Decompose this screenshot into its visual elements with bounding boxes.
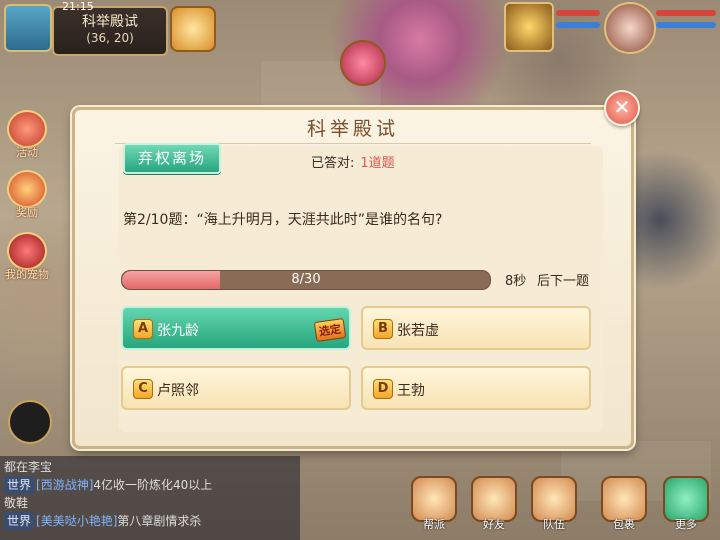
location-coords: (36, 20) — [86, 31, 134, 45]
option-letter: D — [373, 379, 393, 399]
option-b[interactable]: B 张若虚 — [361, 306, 591, 350]
option-letter: A — [133, 319, 153, 339]
pet-mp-bar — [556, 22, 600, 28]
chat-text: 第八章剧情求杀 — [117, 514, 202, 528]
question-text: 第2/10题：“海上升明月，天涯共此时”是谁的名句? — [123, 212, 443, 228]
team-label: 队伍 — [543, 518, 565, 531]
progress-text: 8/30 — [291, 272, 321, 287]
option-text: 王勃 — [397, 383, 425, 399]
quit-button[interactable]: 弃权离场 — [123, 143, 221, 174]
more-button[interactable]: 更多 — [660, 476, 712, 534]
chat-text: 都在李宝 — [4, 460, 53, 474]
activity-button[interactable]: 活动 — [4, 110, 50, 159]
friends-label: 好友 — [483, 518, 505, 531]
chat-text: 敬鞋 — [4, 496, 29, 510]
dialog-title: 科举殿试 — [306, 118, 399, 140]
chat-channel: 世界 — [4, 512, 35, 530]
chat-name[interactable]: [西游战神] — [36, 478, 93, 492]
location-panel[interactable]: 科举殿试 (36, 20) — [52, 6, 168, 56]
player-hp-bar — [656, 10, 716, 16]
selected-badge: 选定 — [313, 318, 347, 342]
chat-line: 敬鞋 — [4, 494, 296, 512]
chat-line: 世界 [西游战神]4亿收一阶炼化40以上 — [4, 476, 296, 494]
option-a[interactable]: A 张九龄 选定 — [121, 306, 351, 350]
friends-button[interactable]: 好友 — [468, 476, 520, 534]
option-c[interactable]: C 卢照邻 — [121, 366, 351, 410]
pet-label: 我的宠物 — [5, 268, 49, 281]
pet-avatar[interactable] — [504, 2, 554, 52]
option-text: 张九龄 — [157, 323, 199, 339]
player-avatar[interactable] — [604, 2, 656, 54]
pet-hp-bar — [556, 10, 600, 16]
option-letter: B — [373, 319, 393, 339]
team-button[interactable]: 队伍 — [528, 476, 580, 534]
chat-text: 4亿收一阶炼化40以上 — [93, 478, 213, 492]
activity-icon — [7, 110, 47, 148]
reward-label: 奖励 — [16, 206, 38, 219]
answered-value: 1道题 — [360, 156, 395, 171]
next-question-label: 后下一题 — [537, 274, 590, 289]
minimap-icon[interactable] — [4, 4, 52, 52]
event-icon[interactable] — [170, 6, 216, 52]
exam-icon[interactable] — [340, 40, 386, 86]
option-letter: C — [133, 379, 153, 399]
progress-bar: 8/30 — [121, 270, 491, 290]
player-mp-bar — [656, 22, 716, 28]
option-text: 卢照邻 — [157, 383, 199, 399]
guild-label: 帮派 — [423, 518, 445, 531]
clock: 21:15 — [62, 0, 94, 13]
gift-icon — [7, 170, 47, 208]
reward-button[interactable]: 奖励 — [4, 170, 50, 219]
chat-panel[interactable]: 都在李宝 世界 [西游战神]4亿收一阶炼化40以上 敬鞋 世界 [美美哒小艳艳]第八… — [0, 456, 300, 540]
close-icon[interactable]: ✕ — [604, 90, 640, 126]
chat-channel: 世界 — [4, 476, 35, 494]
chat-line: 都在李宝 — [4, 458, 296, 476]
answered-count: 已答对: 1道题 — [311, 152, 395, 171]
location-name: 科举殿试 — [82, 14, 138, 30]
option-d[interactable]: D 王勃 — [361, 366, 591, 410]
bag-button[interactable]: 包裹 — [598, 476, 650, 534]
countdown-timer: 8秒 — [505, 274, 527, 289]
pet-icon — [7, 232, 47, 270]
guild-button[interactable]: 帮派 — [408, 476, 460, 534]
answered-label: 已答对: — [311, 156, 355, 171]
bag-label: 包裹 — [613, 518, 635, 531]
chat-bubble-icon[interactable] — [8, 400, 52, 444]
activity-label: 活动 — [16, 146, 38, 159]
exam-dialog: 科举殿试 弃权离场 已答对: 1道题 第2/10题：“海上升明月，天涯共此时”是谁… — [72, 107, 634, 449]
chat-line: 世界 [美美哒小艳艳]第八章剧情求杀 — [4, 512, 296, 530]
chat-name[interactable]: [美美哒小艳艳] — [36, 514, 117, 528]
more-label: 更多 — [675, 518, 697, 531]
option-text: 张若虚 — [397, 323, 439, 339]
pet-button[interactable]: 我的宠物 — [4, 232, 50, 281]
